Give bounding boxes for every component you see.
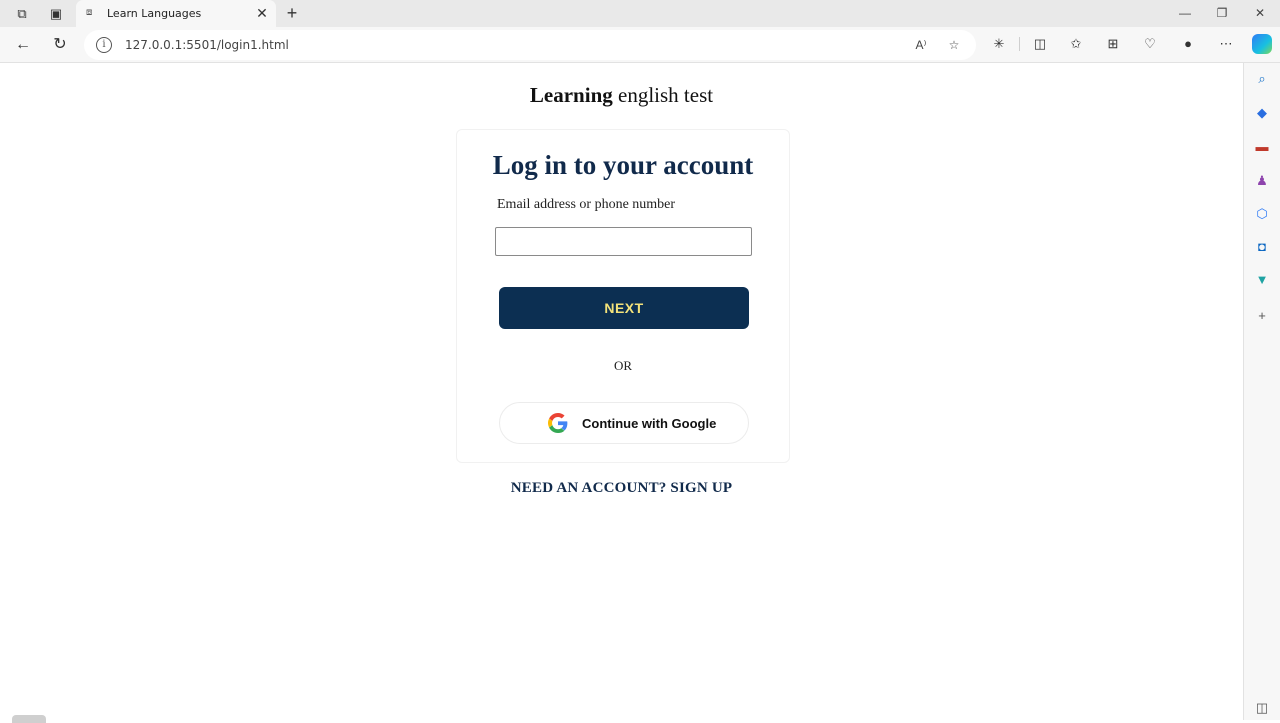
- tab-title: Learn Languages: [107, 7, 202, 20]
- or-divider-text: OR: [613, 358, 633, 373]
- signup-link[interactable]: NEED AN ACCOUNT? SIGN UP: [0, 480, 1243, 497]
- url-text[interactable]: 127.0.0.1:5501/login1.html: [125, 38, 289, 52]
- copilot-icon[interactable]: [1252, 34, 1272, 54]
- login-card: Log in to your account Email address or …: [456, 129, 790, 463]
- tab-close-icon[interactable]: ✕: [255, 5, 269, 21]
- outlook-icon[interactable]: ◘: [1254, 239, 1270, 255]
- google-logo-icon: [548, 413, 568, 433]
- back-arrow-icon[interactable]: ←: [12, 34, 34, 56]
- site-info-icon[interactable]: i: [96, 37, 112, 53]
- sidebar-toggle-icon[interactable]: ◫: [1254, 700, 1270, 716]
- email-label: Email address or phone number: [497, 197, 676, 212]
- add-icon[interactable]: +: [1254, 308, 1270, 324]
- search-icon[interactable]: ⌕: [1254, 71, 1270, 87]
- site-title-bold: Learning: [529, 83, 613, 107]
- page-title: Log in to your account: [492, 150, 754, 180]
- scrollbar-handle[interactable]: [12, 715, 46, 723]
- browser-essentials-icon[interactable]: ♡: [1140, 34, 1160, 54]
- workspaces-icon[interactable]: ⧉: [12, 4, 32, 24]
- browser-toolbar: ← ↻ i 127.0.0.1:5501/login1.html A⁾ ☆: [0, 27, 1280, 63]
- favorite-star-icon[interactable]: ☆: [945, 36, 963, 54]
- site-title-rest: english test: [612, 83, 714, 107]
- email-field[interactable]: [495, 227, 752, 256]
- page-content: Learning english test Log in to your acc…: [0, 63, 1243, 723]
- refresh-icon[interactable]: ↻: [49, 34, 71, 56]
- next-button[interactable]: NEXT: [499, 287, 749, 329]
- window-close-icon[interactable]: ✕: [1250, 3, 1270, 23]
- browser-tab-bar: ⧉ ▣ ⧈ Learn Languages ✕ + — ❐ ✕: [0, 0, 1280, 27]
- collections-icon[interactable]: ⊞: [1103, 34, 1123, 54]
- read-aloud-icon[interactable]: A⁾: [912, 36, 930, 54]
- drop-icon[interactable]: ▼: [1254, 272, 1270, 288]
- tools-icon[interactable]: ▬: [1254, 139, 1270, 155]
- new-tab-button[interactable]: +: [282, 3, 302, 23]
- games-icon[interactable]: ♟: [1254, 173, 1270, 189]
- maximize-icon[interactable]: ❐: [1212, 3, 1232, 23]
- site-title: Learning english test: [0, 83, 1243, 108]
- favorites-icon[interactable]: ✩: [1066, 34, 1086, 54]
- google-button-label: Continue with Google: [582, 416, 717, 431]
- toolbar-divider: [1019, 37, 1020, 51]
- tab-learn-languages[interactable]: ⧈ Learn Languages ✕: [76, 0, 276, 27]
- profile-icon[interactable]: ●: [1178, 34, 1198, 54]
- extensions-icon[interactable]: ✳: [989, 34, 1009, 54]
- page-favicon-icon: ⧈: [86, 7, 93, 18]
- tab-actions-icon[interactable]: ▣: [46, 4, 66, 24]
- split-screen-icon[interactable]: ◫: [1030, 34, 1050, 54]
- microsoft365-icon[interactable]: ⬡: [1254, 206, 1270, 222]
- shopping-icon[interactable]: ◆: [1254, 105, 1270, 121]
- browser-sidebar: ⌕ ◆ ▬ ♟ ⬡ ◘ ▼ + ◫: [1243, 63, 1280, 720]
- continue-with-google-button[interactable]: Continue with Google: [499, 402, 749, 444]
- minimize-icon[interactable]: —: [1175, 3, 1195, 23]
- address-bar[interactable]: i 127.0.0.1:5501/login1.html A⁾ ☆: [84, 30, 976, 60]
- more-icon[interactable]: ⋯: [1216, 34, 1236, 54]
